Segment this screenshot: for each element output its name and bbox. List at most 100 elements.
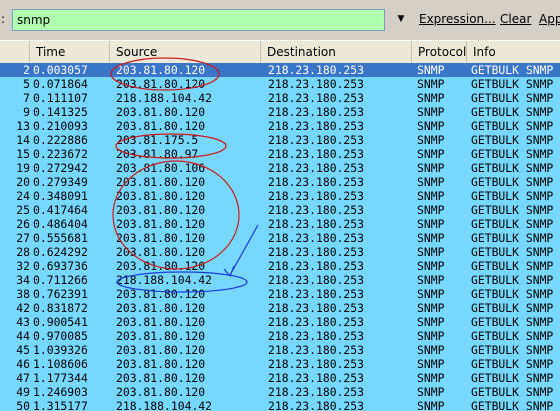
packet-number-cell: 5 bbox=[23, 77, 30, 91]
packet-row[interactable]: 44 0.970085 203.81.80.120 218.23.180.253 SNM… bbox=[0, 329, 560, 343]
packet-number-cell: 7 bbox=[23, 91, 30, 105]
packet-row[interactable]: 34 0.711266 218.188.104.42 218.23.180.253 SN… bbox=[0, 273, 560, 287]
packet-time-cell: 0.831872 bbox=[33, 301, 88, 315]
packet-number-cell: 19 bbox=[16, 161, 30, 175]
packet-row[interactable]: 13 0.210093 203.81.80.120 218.23.180.253 SNM… bbox=[0, 119, 560, 133]
packet-protocol-cell: SNMP bbox=[417, 119, 445, 133]
packet-row[interactable]: 15 0.223672 203.81.80.97 218.23.180.253 SNMP… bbox=[0, 147, 560, 161]
packet-source-cell: 203.81.80.120 bbox=[116, 259, 206, 273]
packet-source-cell: 203.81.80.120 bbox=[116, 189, 206, 203]
packet-row[interactable]: 47 1.177344 203.81.80.120 218.23.180.253 SNM… bbox=[0, 371, 560, 385]
packet-info-cell: GETBULK SNMP bbox=[471, 91, 554, 105]
packet-protocol-cell: SNMP bbox=[417, 399, 445, 411]
packet-time-cell: 0.900541 bbox=[33, 315, 88, 329]
packet-time-cell: 1.315177 bbox=[33, 399, 88, 411]
packet-source-cell: 203.81.80.120 bbox=[116, 105, 206, 119]
packet-row[interactable]: 43 0.900541 203.81.80.120 218.23.180.253 SNM… bbox=[0, 315, 560, 329]
packet-protocol-cell: SNMP bbox=[417, 231, 445, 245]
packet-time-cell: 1.039326 bbox=[33, 343, 88, 357]
expression-button[interactable]: Expression... bbox=[419, 12, 496, 26]
packet-protocol-cell: SNMP bbox=[417, 343, 445, 357]
packet-destination-cell: 218.23.180.253 bbox=[268, 175, 365, 189]
packet-time-cell: 0.711266 bbox=[33, 273, 88, 287]
packet-number-cell: 13 bbox=[16, 119, 30, 133]
packet-destination-cell: 218.23.180.253 bbox=[268, 273, 365, 287]
packet-time-cell: 0.003057 bbox=[33, 63, 88, 77]
packet-destination-cell: 218.23.180.253 bbox=[268, 203, 365, 217]
packet-row[interactable]: 20 0.279349 203.81.80.120 218.23.180.253 SNM… bbox=[0, 175, 560, 189]
packet-destination-cell: 218.23.180.253 bbox=[268, 105, 365, 119]
packet-row[interactable]: 42 0.831872 203.81.80.120 218.23.180.253 SNM… bbox=[0, 301, 560, 315]
packet-source-cell: 203.81.80.120 bbox=[116, 231, 206, 245]
packet-protocol-cell: SNMP bbox=[417, 357, 445, 371]
packet-row[interactable]: 5 0.071864 203.81.80.120 218.23.180.253 SNMP… bbox=[0, 77, 560, 91]
packet-info-cell: GETBULK SNMP bbox=[471, 301, 554, 315]
packet-destination-cell: 218.23.180.253 bbox=[268, 357, 365, 371]
packet-destination-cell: 218.23.180.253 bbox=[268, 189, 365, 203]
packet-row[interactable]: 28 0.624292 203.81.80.120 218.23.180.253 SNM… bbox=[0, 245, 560, 259]
packet-protocol-cell: SNMP bbox=[417, 63, 445, 77]
packet-row[interactable]: 27 0.555681 203.81.80.120 218.23.180.253 SNM… bbox=[0, 231, 560, 245]
packet-info-cell: GETBULK SNMP bbox=[471, 189, 554, 203]
packet-row[interactable]: 24 0.348091 203.81.80.120 218.23.180.253 SNM… bbox=[0, 189, 560, 203]
packet-row[interactable]: 25 0.417464 203.81.80.120 218.23.180.253 SNM… bbox=[0, 203, 560, 217]
packet-source-cell: 203.81.80.120 bbox=[116, 175, 206, 189]
apply-button[interactable]: App bbox=[539, 12, 560, 26]
column-header-no[interactable] bbox=[0, 41, 30, 63]
packet-destination-cell: 218.23.180.253 bbox=[268, 217, 365, 231]
packet-source-cell: 203.81.80.120 bbox=[116, 385, 206, 399]
packet-info-cell: GETBULK SNMP bbox=[471, 245, 554, 259]
packet-time-cell: 0.970085 bbox=[33, 329, 88, 343]
packet-number-cell: 24 bbox=[16, 189, 30, 203]
packet-row[interactable]: 9 0.141325 203.81.80.120 218.23.180.253 SNMP… bbox=[0, 105, 560, 119]
column-header-source[interactable]: Source bbox=[110, 41, 261, 63]
column-header-destination[interactable]: Destination bbox=[261, 41, 412, 63]
packet-source-cell: 203.81.80.97 bbox=[116, 147, 199, 161]
packet-row[interactable]: 26 0.486404 203.81.80.120 218.23.180.253 SNM… bbox=[0, 217, 560, 231]
packet-info-cell: GETBULK SNMP bbox=[471, 231, 554, 245]
packet-info-cell: GETBULK SNMP bbox=[471, 77, 554, 91]
packet-number-cell: 43 bbox=[16, 315, 30, 329]
packet-info-cell: GETBULK SNMP bbox=[471, 63, 554, 77]
packet-row[interactable]: 19 0.272942 203.81.80.106 218.23.180.253 SNM… bbox=[0, 161, 560, 175]
packet-list: 2 0.003057 203.81.80.120 218.23.180.253 SNMP… bbox=[0, 63, 560, 411]
packet-source-cell: 203.81.80.120 bbox=[116, 245, 206, 259]
packet-row[interactable]: 46 1.108606 203.81.80.120 218.23.180.253 SNM… bbox=[0, 357, 560, 371]
packet-info-cell: GETBULK SNMP bbox=[471, 105, 554, 119]
packet-info-cell: GETBULK SNMP bbox=[471, 357, 554, 371]
packet-info-cell: GETBULK SNMP bbox=[471, 259, 554, 273]
packet-number-cell: 50 bbox=[16, 399, 30, 411]
clear-button[interactable]: Clear bbox=[500, 12, 531, 26]
packet-protocol-cell: SNMP bbox=[417, 161, 445, 175]
column-header-info[interactable]: Info bbox=[467, 41, 560, 63]
column-header-time[interactable]: Time bbox=[30, 41, 110, 63]
packet-row[interactable]: 38 0.762391 203.81.80.120 218.23.180.253 SNM… bbox=[0, 287, 560, 301]
filter-dropdown-icon[interactable]: ▼ bbox=[394, 12, 408, 26]
packet-source-cell: 203.81.80.120 bbox=[116, 77, 206, 91]
packet-source-cell: 203.81.80.120 bbox=[116, 301, 206, 315]
packet-time-cell: 0.693736 bbox=[33, 259, 88, 273]
packet-info-cell: GETBULK SNMP bbox=[471, 147, 554, 161]
packet-row[interactable]: 49 1.246903 203.81.80.120 218.23.180.253 SNM… bbox=[0, 385, 560, 399]
packet-row[interactable]: 50 1.315177 218.188.104.42 218.23.180.253 SN… bbox=[0, 399, 560, 411]
packet-protocol-cell: SNMP bbox=[417, 385, 445, 399]
packet-number-cell: 44 bbox=[16, 329, 30, 343]
packet-number-cell: 28 bbox=[16, 245, 30, 259]
packet-row[interactable]: 45 1.039326 203.81.80.120 218.23.180.253 SNM… bbox=[0, 343, 560, 357]
packet-source-cell: 203.81.80.120 bbox=[116, 329, 206, 343]
packet-destination-cell: 218.23.180.253 bbox=[268, 259, 365, 273]
packet-protocol-cell: SNMP bbox=[417, 175, 445, 189]
packet-number-cell: 15 bbox=[16, 147, 30, 161]
packet-destination-cell: 218.23.180.253 bbox=[268, 343, 365, 357]
display-filter-input[interactable] bbox=[12, 9, 385, 31]
packet-row[interactable]: 2 0.003057 203.81.80.120 218.23.180.253 SNMP… bbox=[0, 63, 560, 77]
packet-source-cell: 218.188.104.42 bbox=[116, 399, 213, 411]
packet-row[interactable]: 7 0.111107 218.188.104.42 218.23.180.253 SNM… bbox=[0, 91, 560, 105]
packet-row[interactable]: 14 0.222886 203.81.175.5 218.23.180.253 SNMP… bbox=[0, 133, 560, 147]
packet-info-cell: GETBULK SNMP bbox=[471, 385, 554, 399]
packet-info-cell: GETBULK SNMP bbox=[471, 119, 554, 133]
packet-row[interactable]: 32 0.693736 203.81.80.120 218.23.180.253 SNM… bbox=[0, 259, 560, 273]
column-header-protocol[interactable]: Protocol bbox=[412, 41, 467, 63]
packet-time-cell: 1.108606 bbox=[33, 357, 88, 371]
packet-number-cell: 34 bbox=[16, 273, 30, 287]
